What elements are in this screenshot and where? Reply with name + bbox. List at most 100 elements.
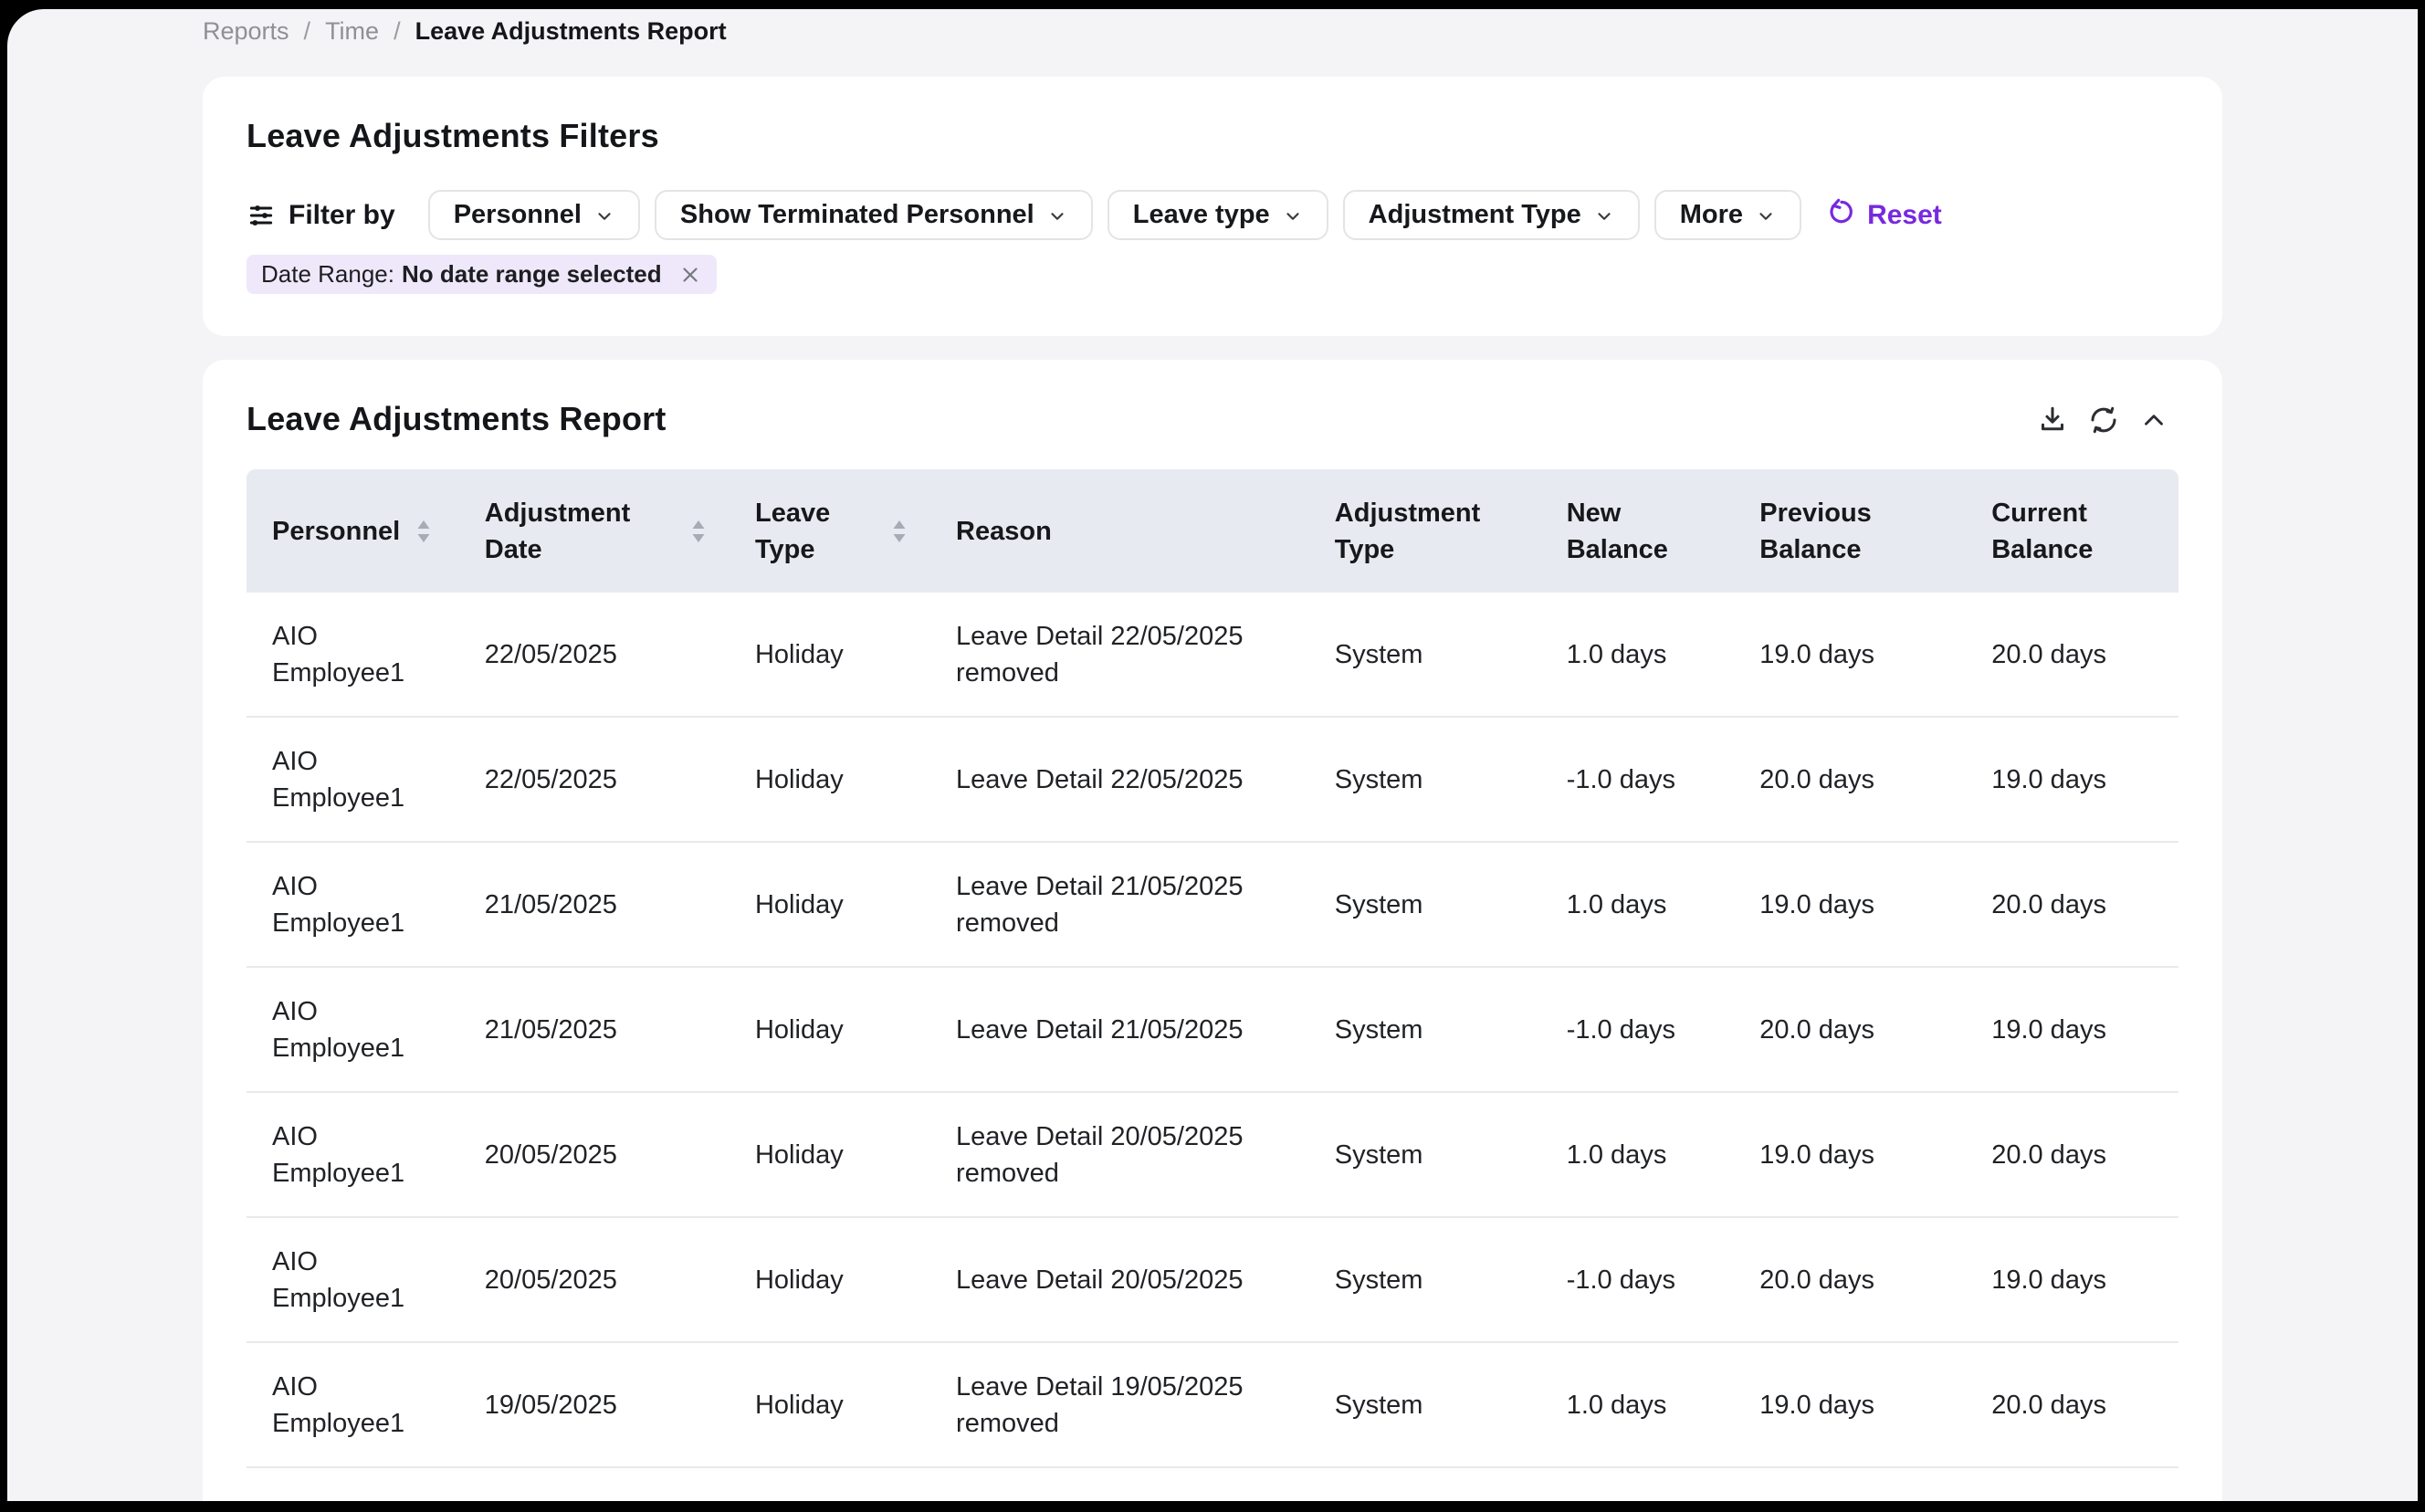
dropdown-label: Leave type <box>1133 200 1270 230</box>
cell-previous-balance: 19.0 days <box>1734 1363 1966 1447</box>
date-range-chip[interactable]: Date Range: No date range selected <box>247 255 717 294</box>
cell-leave-type: Holiday <box>730 1238 930 1322</box>
filters-card: Leave Adjustments Filters Filter by Pers… <box>203 77 2222 336</box>
cell-personnel: AIO <box>247 1488 459 1502</box>
table-row: AIO Employee122/05/2025HolidayLeave Deta… <box>247 593 2178 716</box>
cell-previous-balance: 20.0 days <box>1734 988 1966 1072</box>
cell-current-balance: 19.0 days <box>1966 1238 2178 1322</box>
chip-value: No date range selected <box>402 260 662 289</box>
cell-adjustment-date: 21/05/2025 <box>459 988 730 1072</box>
cell-adjustment-type: System <box>1309 613 1541 697</box>
cell-previous-balance: 19.0 days <box>1734 613 1966 697</box>
table-body: AIO Employee122/05/2025HolidayLeave Deta… <box>247 593 2178 1501</box>
cell-reason: Leave Detail 20/05/2025 removed <box>930 1095 1309 1215</box>
cell-adjustment-type: System <box>1309 1363 1541 1447</box>
cell-personnel: AIO Employee1 <box>247 1220 459 1340</box>
reset-button[interactable]: Reset <box>1827 197 1942 234</box>
cell-personnel: AIO Employee1 <box>247 1345 459 1465</box>
column-header-new-balance: New Balance <box>1541 471 1735 592</box>
table-row: AIO Employee120/05/2025HolidayLeave Deta… <box>247 1091 2178 1216</box>
cell-leave-type: Holiday <box>730 1363 930 1447</box>
filter-dropdown-personnel[interactable]: Personnel <box>428 190 640 240</box>
cell-current-balance: 20.0 days <box>1966 613 2178 697</box>
cell-new-balance: 1.0 days <box>1541 1113 1735 1197</box>
cell-previous-balance: 19.0 days <box>1734 863 1966 947</box>
cell-personnel: AIO Employee1 <box>247 1095 459 1215</box>
column-header-adjustment-date[interactable]: Adjustment Date <box>459 471 730 592</box>
column-header-label: Adjustment Type <box>1335 495 1519 568</box>
sort-icon <box>890 518 908 545</box>
chevron-down-icon <box>1047 205 1067 226</box>
report-title: Leave Adjustments Report <box>247 400 2178 438</box>
filters-row: Filter by Personnel Show Terminated Pers… <box>247 190 2178 240</box>
table-row: AIO Employee119/05/2025HolidayLeave Deta… <box>247 1341 2178 1466</box>
cell-adjustment-date: 22/05/2025 <box>459 738 730 822</box>
cell-previous-balance: 19.0 days <box>1734 1113 1966 1197</box>
dropdown-label: More <box>1680 200 1743 230</box>
cell-adjustment-date: 22/05/2025 <box>459 613 730 697</box>
column-header-personnel[interactable]: Personnel <box>247 489 459 573</box>
filter-dropdown-adjustment-type[interactable]: Adjustment Type <box>1343 190 1640 240</box>
active-filters-row: Date Range: No date range selected <box>247 255 2178 294</box>
cell-leave-type: Holiday <box>730 863 930 947</box>
cell-adjustment-date: 19/05/2025 <box>459 1363 730 1447</box>
cell-adjustment-type: System <box>1309 1238 1541 1322</box>
filter-dropdown-show-terminated-personnel[interactable]: Show Terminated Personnel <box>655 190 1093 240</box>
column-header-leave-type[interactable]: Leave Type <box>730 471 930 592</box>
sort-icon <box>415 518 433 545</box>
cell-adjustment-type: System <box>1309 1113 1541 1197</box>
sliders-icon <box>247 201 276 230</box>
column-header-label: New Balance <box>1567 495 1713 568</box>
dropdown-label: Show Terminated Personnel <box>680 200 1034 230</box>
cell-current-balance: 20.0 days <box>1966 1363 2178 1447</box>
table-row: AIO Employee121/05/2025HolidayLeave Deta… <box>247 841 2178 966</box>
close-icon[interactable] <box>678 263 702 287</box>
breadcrumb-item-reports[interactable]: Reports <box>203 15 289 47</box>
table-row: AIO Employee120/05/2025HolidayLeave Deta… <box>247 1216 2178 1341</box>
table-row: AIO <box>247 1466 2178 1501</box>
cell-adjustment-date: 20/05/2025 <box>459 1113 730 1197</box>
table-row: AIO Employee121/05/2025HolidayLeave Deta… <box>247 966 2178 1091</box>
breadcrumb: Reports/Time/Leave Adjustments Report <box>203 15 2418 47</box>
collapse-chevron-up-icon[interactable] <box>2138 404 2169 436</box>
cell-previous-balance: 20.0 days <box>1734 738 1966 822</box>
cell-previous-balance: 20.0 days <box>1734 1238 1966 1322</box>
cell-adjustment-date: 20/05/2025 <box>459 1238 730 1322</box>
rotate-ccw-icon <box>1827 197 1856 234</box>
cell-adjustment-date: 21/05/2025 <box>459 863 730 947</box>
column-header-current-balance: Current Balance <box>1966 471 2178 592</box>
column-header-label: Personnel <box>272 513 400 550</box>
page: Reports/Time/Leave Adjustments Report Le… <box>7 9 2418 1501</box>
breadcrumb-separator: / <box>394 15 401 47</box>
cell-new-balance: 1.0 days <box>1541 613 1735 697</box>
breadcrumb-item-time[interactable]: Time <box>325 15 379 47</box>
column-header-label: Adjustment Date <box>485 495 675 568</box>
chevron-down-icon <box>1283 205 1303 226</box>
refresh-icon[interactable] <box>2087 404 2120 436</box>
filter-dropdown-more[interactable]: More <box>1654 190 1801 240</box>
cell-adjustment-type: System <box>1309 738 1541 822</box>
cell-new-balance: 1.0 days <box>1541 863 1735 947</box>
table-header-row: Personnel Adjustment Date Leave Type Rea… <box>247 469 2178 593</box>
download-icon[interactable] <box>2036 404 2069 436</box>
cell-reason: Leave Detail 21/05/2025 <box>930 988 1309 1072</box>
cell-new-balance: 1.0 days <box>1541 1363 1735 1447</box>
cell-current-balance: 19.0 days <box>1966 988 2178 1072</box>
cell-reason: Leave Detail 22/05/2025 removed <box>930 594 1309 715</box>
column-header-label: Leave Type <box>755 495 876 568</box>
column-header-reason: Reason <box>930 489 1309 573</box>
cell-current-balance: 20.0 days <box>1966 863 2178 947</box>
filter-dropdown-leave-type[interactable]: Leave type <box>1108 190 1328 240</box>
cell-current-balance: 20.0 days <box>1966 1113 2178 1197</box>
dropdown-label: Personnel <box>454 200 582 230</box>
cell-personnel: AIO Employee1 <box>247 845 459 965</box>
column-header-adjustment-type: Adjustment Type <box>1309 471 1541 592</box>
filters-title: Leave Adjustments Filters <box>247 117 2178 155</box>
report-actions <box>2036 404 2169 436</box>
cell-leave-type: Holiday <box>730 988 930 1072</box>
chevron-down-icon <box>594 205 614 226</box>
cell-personnel: AIO Employee1 <box>247 970 459 1090</box>
filter-dropdowns: Personnel Show Terminated Personnel Leav… <box>428 190 1801 240</box>
report-card: Leave Adjustments Report <box>203 360 2222 1501</box>
cell-leave-type: Holiday <box>730 613 930 697</box>
